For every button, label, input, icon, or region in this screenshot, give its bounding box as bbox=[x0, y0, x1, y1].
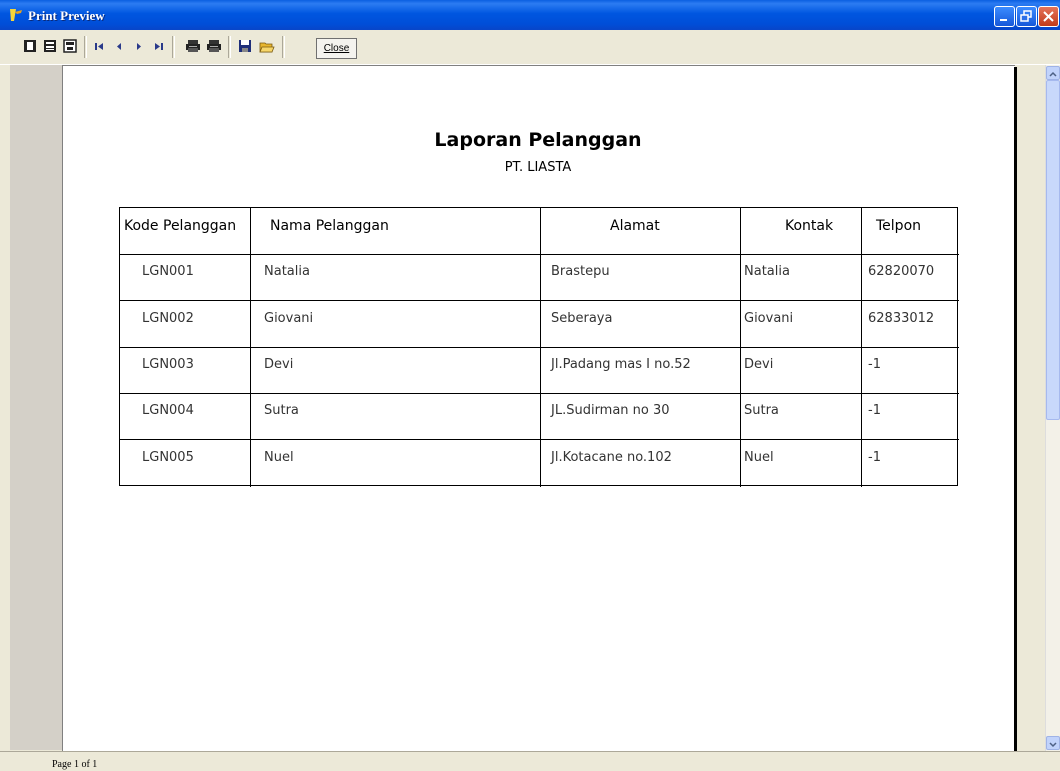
one-page-button[interactable] bbox=[22, 37, 38, 55]
status-bar: Page 1 of 1 bbox=[0, 751, 1060, 771]
scroll-up-button[interactable] bbox=[1046, 66, 1060, 80]
table-cell: Giovani bbox=[744, 311, 794, 326]
scroll-thumb[interactable] bbox=[1046, 80, 1060, 420]
column-header-telpon: Telpon bbox=[876, 218, 922, 234]
close-window-button[interactable] bbox=[1038, 6, 1059, 27]
title-bar[interactable]: Print Preview bbox=[0, 0, 1060, 30]
table-cell: -1 bbox=[868, 450, 881, 465]
prev-page-icon bbox=[117, 43, 121, 50]
open-button[interactable] bbox=[258, 37, 276, 55]
row-divider bbox=[120, 393, 959, 394]
table-cell: JL.Sudirman no 30 bbox=[551, 403, 670, 418]
next-page-button[interactable] bbox=[132, 37, 146, 55]
table-cell: LGN005 bbox=[142, 450, 194, 465]
window-title: Print Preview bbox=[28, 8, 105, 23]
print-setup-icon bbox=[186, 40, 200, 52]
page-gutter bbox=[10, 65, 63, 750]
first-page-button[interactable] bbox=[92, 37, 106, 55]
app-icon bbox=[10, 9, 22, 21]
table-cell: LGN003 bbox=[142, 357, 194, 372]
column-header-nama: Nama Pelanggan bbox=[270, 218, 389, 234]
last-page-button[interactable] bbox=[152, 37, 166, 55]
two-pages-button[interactable] bbox=[42, 37, 58, 55]
table-cell: 62820070 bbox=[868, 264, 935, 279]
table-cell: Devi bbox=[744, 357, 774, 372]
restore-icon bbox=[1020, 10, 1032, 22]
table-cell: Sutra bbox=[744, 403, 779, 418]
table-cell: Natalia bbox=[264, 264, 310, 279]
print-button[interactable] bbox=[205, 37, 223, 55]
table-cell: LGN004 bbox=[142, 403, 194, 418]
table-cell: Seberaya bbox=[551, 311, 613, 326]
fit-page-button[interactable] bbox=[62, 37, 78, 55]
maximize-button[interactable] bbox=[1016, 6, 1037, 27]
table-cell: Jl.Padang mas I no.52 bbox=[551, 357, 691, 372]
row-divider bbox=[120, 439, 959, 440]
report-title: Laporan Pelanggan bbox=[434, 129, 642, 151]
minimize-icon bbox=[1000, 19, 1007, 21]
row-divider bbox=[120, 347, 959, 348]
table-cell: 62833012 bbox=[868, 311, 935, 326]
chevron-up-icon bbox=[1049, 71, 1057, 77]
column-header-kontak: Kontak bbox=[785, 218, 834, 234]
first-page-icon bbox=[95, 43, 103, 50]
column-header-alamat: Alamat bbox=[610, 218, 660, 234]
page-shadow bbox=[1014, 67, 1017, 751]
prev-page-button[interactable] bbox=[112, 37, 126, 55]
close-icon bbox=[1043, 11, 1054, 22]
save-icon bbox=[239, 40, 251, 52]
open-icon bbox=[259, 42, 275, 53]
table-cell: Sutra bbox=[264, 403, 299, 418]
column-header-kode: Kode Pelanggan bbox=[124, 218, 237, 234]
table-cell: Nuel bbox=[264, 450, 294, 465]
print-setup-button[interactable] bbox=[184, 37, 202, 55]
two-pages-icon bbox=[44, 40, 56, 52]
table-cell: -1 bbox=[868, 403, 881, 418]
scroll-down-button[interactable] bbox=[1046, 736, 1060, 750]
table-cell: Natalia bbox=[744, 264, 790, 279]
report-subtitle: PT. LIASTA bbox=[504, 160, 572, 175]
row-divider bbox=[120, 300, 959, 301]
print-icon bbox=[207, 40, 221, 52]
chevron-down-icon bbox=[1049, 742, 1057, 748]
table-cell: Jl.Kotacane no.102 bbox=[551, 450, 672, 465]
report-table: Kode Pelanggan Nama Pelanggan Alamat Kon… bbox=[119, 207, 959, 487]
table-cell: -1 bbox=[868, 357, 881, 372]
close-preview-button[interactable]: Close bbox=[316, 38, 357, 59]
table-cell: Brastepu bbox=[551, 264, 610, 279]
table-cell: LGN002 bbox=[142, 311, 194, 326]
minimize-button[interactable] bbox=[994, 6, 1015, 27]
table-cell: Giovani bbox=[264, 311, 314, 326]
save-button[interactable] bbox=[236, 37, 254, 55]
row-divider bbox=[120, 254, 959, 255]
last-page-icon bbox=[155, 43, 163, 50]
table-cell: Devi bbox=[264, 357, 294, 372]
page-indicator: Page 1 of 1 bbox=[52, 759, 98, 770]
table-cell: LGN001 bbox=[142, 264, 194, 279]
one-page-icon bbox=[24, 40, 36, 52]
fit-page-icon bbox=[63, 39, 77, 53]
next-page-icon bbox=[137, 43, 141, 50]
toolbar bbox=[0, 30, 1060, 65]
table-cell: Nuel bbox=[744, 450, 774, 465]
